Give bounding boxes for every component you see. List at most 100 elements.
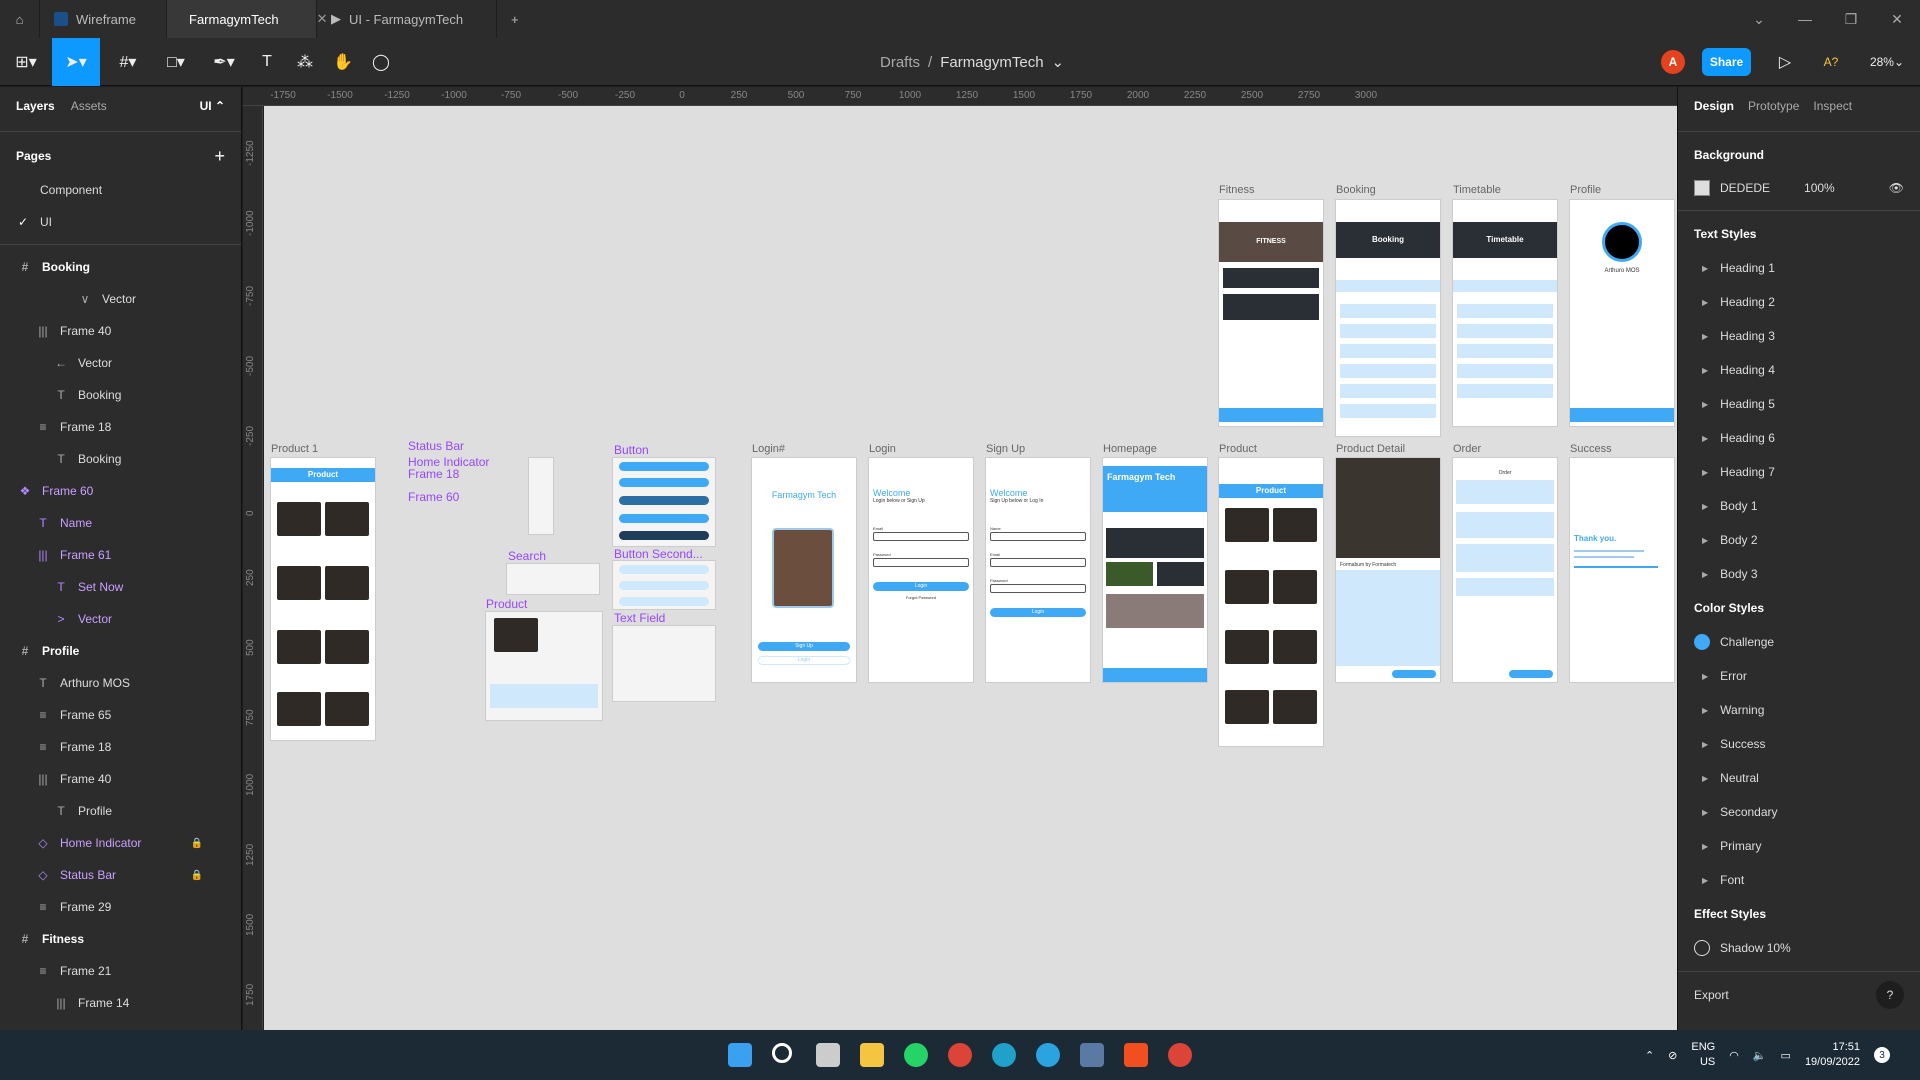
component-product[interactable] (486, 612, 602, 720)
hand-tool-button[interactable]: ✋ (328, 38, 358, 86)
frame-login-hash[interactable]: Farmagym Tech Sign Up Login (752, 458, 856, 682)
frame-label-product[interactable]: Product (1219, 443, 1257, 455)
shape-tool-button[interactable]: □▾ (156, 38, 196, 86)
text-style-item[interactable]: ▶ Heading 7 (1678, 455, 1920, 489)
notification-badge[interactable]: 3 (1874, 1047, 1890, 1063)
frame-login[interactable]: Welcome Login below or Sign Up Email Pas… (869, 458, 973, 682)
minimize-icon[interactable]: — (1782, 11, 1828, 27)
file-explorer-icon[interactable] (860, 1043, 884, 1067)
volume-icon[interactable]: 🔈 (1753, 1049, 1767, 1062)
layer-item[interactable]: ≡ Frame 65 (0, 699, 241, 731)
layer-item[interactable]: ≡ Frame 18 (0, 411, 241, 443)
background-opacity[interactable]: 100% (1804, 181, 1835, 195)
frame-label-timetable[interactable]: Timetable (1453, 184, 1501, 196)
photos-icon[interactable] (1080, 1043, 1104, 1067)
page-item-ui[interactable]: ✓ UI (0, 206, 241, 238)
component-icons[interactable] (529, 458, 553, 534)
crumb-drafts[interactable]: Drafts (880, 54, 920, 71)
color-style-item[interactable]: ▶ Error (1678, 659, 1920, 693)
component-label-frame-18[interactable]: Frame 18 (408, 467, 459, 481)
eye-icon[interactable]: 👁 (1889, 181, 1904, 195)
layer-item[interactable]: # Booking (0, 251, 241, 283)
chevron-down-icon[interactable]: ⌄ (1736, 11, 1782, 28)
main-menu-button[interactable]: ⊞▾ (8, 38, 44, 86)
layer-item[interactable]: ◇ Home Indicator 🔒 (0, 827, 241, 859)
color-style-item[interactable]: ▶ Success (1678, 727, 1920, 761)
component-buttons-secondary[interactable] (613, 561, 715, 609)
frame-label-profile[interactable]: Profile (1570, 184, 1601, 196)
avatar[interactable]: A (1661, 50, 1685, 74)
color-style-item[interactable]: Challenge (1678, 625, 1920, 659)
background-swatch[interactable] (1694, 180, 1710, 196)
comment-tool-button[interactable]: ◯ (366, 38, 396, 86)
component-label-button[interactable]: Button (614, 443, 649, 457)
component-label-product[interactable]: Product (486, 597, 527, 611)
frame-label-login-hash[interactable]: Login# (752, 443, 785, 455)
frame-label-booking[interactable]: Booking (1336, 184, 1376, 196)
layer-item[interactable]: ||| Frame 40 (0, 315, 241, 347)
windows-start-icon[interactable] (728, 1043, 752, 1067)
frame-product-detail[interactable]: Formabum by Formatech (1336, 458, 1440, 682)
restore-icon[interactable]: ❐ (1828, 11, 1874, 28)
layer-item[interactable]: ❖ Frame 60 (0, 475, 241, 507)
component-label-button-second[interactable]: Button Second... (614, 547, 703, 561)
tab-design[interactable]: Design (1694, 99, 1734, 113)
frame-tool-button[interactable]: #▾ (108, 38, 148, 86)
component-label-search[interactable]: Search (508, 549, 546, 563)
layer-item[interactable]: ≡ Frame 21 (0, 955, 241, 987)
resources-button[interactable]: ⁂ (290, 38, 320, 86)
text-tool-button[interactable]: T (252, 38, 282, 86)
clock[interactable]: 17:51 19/09/2022 (1805, 1040, 1860, 1070)
frame-label-product-detail[interactable]: Product Detail (1336, 443, 1405, 455)
component-buttons[interactable] (613, 458, 715, 546)
tab-ui-farmagymtech[interactable]: ▶ UI - FarmagymTech (317, 0, 497, 38)
layer-item[interactable]: # Fitness (0, 923, 241, 955)
layer-item[interactable]: ≡ Frame 29 (0, 891, 241, 923)
frame-label-fitness[interactable]: Fitness (1219, 184, 1254, 196)
tab-farmagymtech[interactable]: FarmagymTech ✕ (167, 0, 327, 38)
edge-icon[interactable] (992, 1043, 1016, 1067)
layer-item[interactable]: > Vector (0, 603, 241, 635)
battery-icon[interactable]: ▭ (1781, 1049, 1791, 1062)
new-tab-button[interactable]: + (497, 0, 533, 38)
layer-item[interactable]: T Set Now (0, 571, 241, 603)
text-style-item[interactable]: ▶ Body 2 (1678, 523, 1920, 557)
tab-prototype[interactable]: Prototype (1748, 99, 1799, 113)
text-style-item[interactable]: ▶ Heading 6 (1678, 421, 1920, 455)
text-style-item[interactable]: ▶ Body 3 (1678, 557, 1920, 591)
frame-profile[interactable]: Arthuro MOS (1570, 200, 1674, 426)
effect-style-shadow[interactable]: Shadow 10% (1678, 931, 1920, 965)
layer-item[interactable]: ◇ Status Bar 🔒 (0, 859, 241, 891)
file-name[interactable]: FarmagymTech (940, 54, 1043, 71)
layer-item[interactable]: T Arthuro MOS (0, 667, 241, 699)
background-row[interactable]: DEDEDE 100% 👁 (1678, 172, 1920, 204)
frame-order[interactable]: Order (1453, 458, 1557, 682)
text-style-item[interactable]: ▶ Heading 3 (1678, 319, 1920, 353)
component-label-status-bar[interactable]: Status Bar (408, 439, 464, 453)
page-selector[interactable]: UI ⌃ (200, 99, 225, 113)
text-style-item[interactable]: ▶ Heading 2 (1678, 285, 1920, 319)
color-style-item[interactable]: ▶ Warning (1678, 693, 1920, 727)
lock-icon[interactable]: 🔒 (191, 870, 203, 881)
layer-item[interactable]: T Booking (0, 379, 241, 411)
frame-label-product-1[interactable]: Product 1 (271, 443, 318, 455)
help-button[interactable]: ? (1876, 981, 1904, 1009)
tab-assets[interactable]: Assets (71, 99, 107, 113)
color-style-item[interactable]: ▶ Secondary (1678, 795, 1920, 829)
text-style-item[interactable]: ▶ Heading 4 (1678, 353, 1920, 387)
pen-tool-button[interactable]: ✒▾ (204, 38, 244, 86)
text-style-item[interactable]: ▶ Heading 5 (1678, 387, 1920, 421)
text-style-item[interactable]: ▶ Heading 1 (1678, 251, 1920, 285)
lock-icon[interactable]: 🔒 (191, 838, 203, 849)
home-tab[interactable]: ⌂ (0, 0, 40, 38)
frame-product-1[interactable]: Product (271, 458, 375, 740)
frame-label-homepage[interactable]: Homepage (1103, 443, 1157, 455)
frame-label-success[interactable]: Success (1570, 443, 1612, 455)
language-indicator[interactable]: ENG US (1691, 1040, 1715, 1070)
zoom-button[interactable]: 28% ⌄ (1862, 38, 1912, 86)
layer-item[interactable]: ∨ Vector (0, 283, 241, 315)
chevron-up-icon[interactable]: ⌃ (1645, 1049, 1654, 1062)
frame-label-sign-up[interactable]: Sign Up (986, 443, 1025, 455)
background-hex[interactable]: DEDEDE (1720, 181, 1770, 195)
layer-item[interactable]: T Name (0, 507, 241, 539)
